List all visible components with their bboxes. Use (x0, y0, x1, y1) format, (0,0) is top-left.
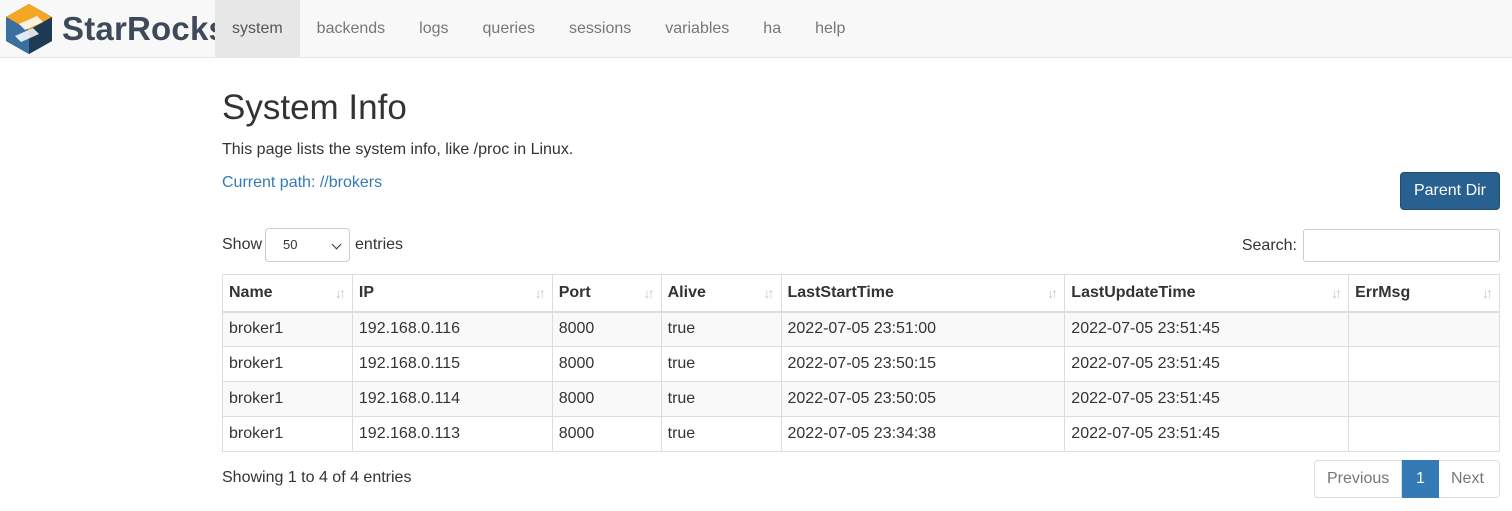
cell-port: 8000 (551, 416, 662, 452)
page-1-button[interactable]: 1 (1402, 460, 1439, 498)
cell-laststarttime: 2022-07-05 23:34:38 (780, 416, 1066, 452)
starrocks-logo-icon (6, 4, 52, 54)
cell-alive: true (660, 381, 782, 417)
previous-page-button[interactable]: Previous (1314, 460, 1402, 498)
cell-lastupdatetime: 2022-07-05 23:51:45 (1064, 346, 1350, 382)
nav-item-system[interactable]: system (215, 0, 300, 58)
next-page-button[interactable]: Next (1439, 460, 1500, 498)
column-header-port[interactable]: Port ↓↑ (551, 274, 662, 313)
column-header-lastupdatetime[interactable]: LastUpdateTime ↓↑ (1064, 274, 1350, 313)
cell-name: broker1 (222, 346, 353, 382)
parent-dir-button[interactable]: Parent Dir (1400, 172, 1500, 210)
cell-errmsg (1348, 311, 1500, 347)
cell-name: broker1 (222, 311, 353, 347)
cell-laststarttime: 2022-07-05 23:50:05 (780, 381, 1066, 417)
cell-errmsg (1348, 416, 1500, 452)
sort-icon: ↓↑ (763, 285, 775, 301)
top-navbar: StarRocks system backends logs queries s… (0, 0, 1512, 58)
sort-icon: ↓↑ (1331, 285, 1342, 301)
nav-item-backends[interactable]: backends (300, 0, 403, 58)
sort-icon: ↓↑ (1482, 285, 1493, 301)
table-info: Showing 1 to 4 of 4 entries (222, 469, 412, 486)
sort-icon: ↓↑ (643, 285, 655, 301)
nav-item-ha[interactable]: ha (746, 0, 798, 58)
cell-name: broker1 (222, 416, 353, 452)
cell-ip: 192.168.0.116 (351, 311, 553, 347)
sort-icon: ↓↑ (534, 285, 546, 301)
cell-ip: 192.168.0.113 (351, 416, 553, 452)
table-row: broker1 192.168.0.113 8000 true 2022-07-… (222, 416, 1500, 452)
table-header-row: Name ↓↑ IP ↓↑ Port ↓↑ Alive ↓↑ LastStartTime… (222, 274, 1500, 313)
main-nav: system backends logs queries sessions va… (215, 0, 862, 58)
sort-icon: ↓↑ (334, 285, 346, 301)
brokers-table: Name ↓↑ IP ↓↑ Port ↓↑ Alive ↓↑ LastStartTime… (222, 274, 1500, 452)
page-description: This page lists the system info, like /p… (222, 141, 574, 158)
search-input[interactable] (1303, 229, 1500, 262)
column-header-alive[interactable]: Alive ↓↑ (660, 274, 782, 313)
cell-ip: 192.168.0.114 (351, 381, 553, 417)
page-title: System Info (222, 88, 407, 127)
column-header-laststarttime[interactable]: LastStartTime ↓↑ (780, 274, 1066, 313)
cell-alive: true (660, 346, 782, 382)
nav-item-variables[interactable]: variables (648, 0, 746, 58)
nav-item-sessions[interactable]: sessions (552, 0, 648, 58)
cell-port: 8000 (551, 381, 662, 417)
nav-item-queries[interactable]: queries (466, 0, 552, 58)
cell-lastupdatetime: 2022-07-05 23:51:45 (1064, 381, 1350, 417)
sort-icon: ↓↑ (1047, 285, 1058, 301)
brand-name: StarRocks (62, 10, 228, 47)
page-length-control: Show 50 entries (222, 228, 403, 262)
chevron-down-icon (331, 239, 342, 250)
nav-item-logs[interactable]: logs (402, 0, 465, 58)
brand[interactable]: StarRocks (0, 0, 227, 58)
page-length-select[interactable]: 50 (265, 228, 351, 262)
table-row: broker1 192.168.0.114 8000 true 2022-07-… (222, 381, 1500, 417)
cell-port: 8000 (551, 346, 662, 382)
cell-lastupdatetime: 2022-07-05 23:51:45 (1064, 311, 1350, 347)
cell-alive: true (660, 311, 782, 347)
cell-lastupdatetime: 2022-07-05 23:51:45 (1064, 416, 1350, 452)
cell-name: broker1 (222, 381, 353, 417)
cell-laststarttime: 2022-07-05 23:51:00 (780, 311, 1066, 347)
column-header-errmsg[interactable]: ErrMsg ↓↑ (1348, 274, 1500, 313)
show-label: Show (222, 236, 263, 253)
entries-label: entries (355, 236, 404, 253)
cell-port: 8000 (551, 311, 662, 347)
column-header-ip[interactable]: IP ↓↑ (351, 274, 553, 313)
table-row: broker1 192.168.0.115 8000 true 2022-07-… (222, 346, 1500, 382)
table-row: broker1 192.168.0.116 8000 true 2022-07-… (222, 311, 1500, 347)
current-path-link[interactable]: Current path: //brokers (222, 174, 382, 192)
search-control: Search: (1242, 229, 1500, 262)
column-header-name[interactable]: Name ↓↑ (222, 274, 353, 313)
page-length-value: 50 (283, 237, 298, 252)
search-label: Search: (1241, 236, 1297, 254)
pagination: Previous 1 Next (1314, 460, 1500, 498)
cell-alive: true (660, 416, 782, 452)
cell-errmsg (1348, 346, 1500, 382)
cell-laststarttime: 2022-07-05 23:50:15 (780, 346, 1066, 382)
cell-errmsg (1348, 381, 1500, 417)
cell-ip: 192.168.0.115 (351, 346, 553, 382)
nav-item-help[interactable]: help (798, 0, 862, 58)
